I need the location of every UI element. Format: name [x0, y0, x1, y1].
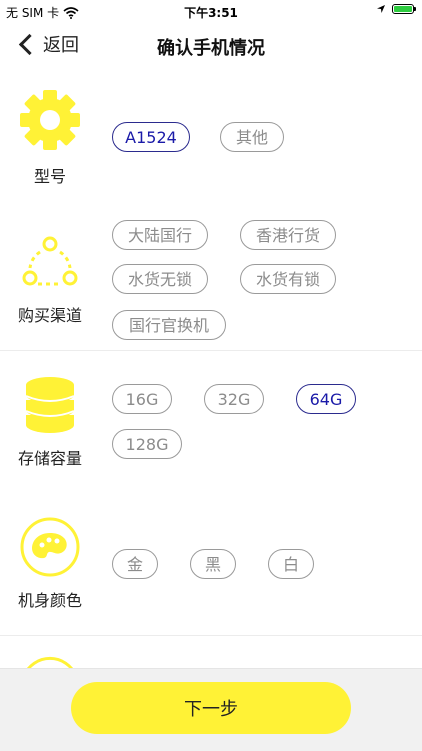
battery-icon — [392, 4, 416, 14]
option-locked[interactable]: 水货有锁 — [240, 264, 336, 294]
option-white[interactable]: 白 — [268, 549, 314, 579]
location-arrow-icon — [377, 5, 385, 13]
option-refurbished[interactable]: 国行官换机 — [112, 310, 226, 340]
section-model: 型号 A1524 其他 — [0, 66, 422, 209]
section-label-channel: 购买渠道 — [17, 306, 82, 325]
option-32g[interactable]: 32G — [204, 384, 264, 414]
option-mainland[interactable]: 大陆国行 — [112, 220, 208, 250]
option-64g[interactable]: 64G — [296, 384, 356, 414]
status-bar: 无 SIM 卡 下午3:51 — [0, 0, 422, 22]
option-other-model[interactable]: 其他 — [220, 122, 284, 152]
option-gold[interactable]: 金 — [112, 549, 158, 579]
section-channel: 购买渠道 大陆国行 香港行货 水货无锁 水货有锁 国行官换机 — [0, 208, 422, 351]
option-16g[interactable]: 16G — [112, 384, 172, 414]
option-a1524[interactable]: A1524 — [112, 122, 190, 152]
option-unlocked[interactable]: 水货无锁 — [112, 264, 208, 294]
section-label-storage: 存储容量 — [17, 449, 82, 468]
palette-icon — [20, 517, 80, 577]
section-label-color: 机身颜色 — [17, 591, 82, 610]
section-color: 机身颜色 金 黑 白 — [0, 493, 422, 636]
page-title: 确认手机情况 — [157, 38, 265, 59]
option-black[interactable]: 黑 — [190, 549, 236, 579]
status-right — [376, 4, 416, 14]
database-icon — [25, 377, 75, 433]
option-hongkong[interactable]: 香港行货 — [240, 220, 336, 250]
section-storage: 存储容量 16G 32G 64G 128G — [0, 351, 422, 494]
gear-icon — [20, 90, 80, 150]
next-step-button[interactable]: 下一步 — [71, 682, 351, 734]
share-nodes-icon — [22, 236, 78, 286]
status-time: 下午3:51 — [184, 6, 238, 20]
section-label-model: 型号 — [33, 167, 66, 186]
navigation-bar: 返回 确认手机情况 — [0, 22, 422, 67]
option-128g[interactable]: 128G — [112, 429, 182, 459]
